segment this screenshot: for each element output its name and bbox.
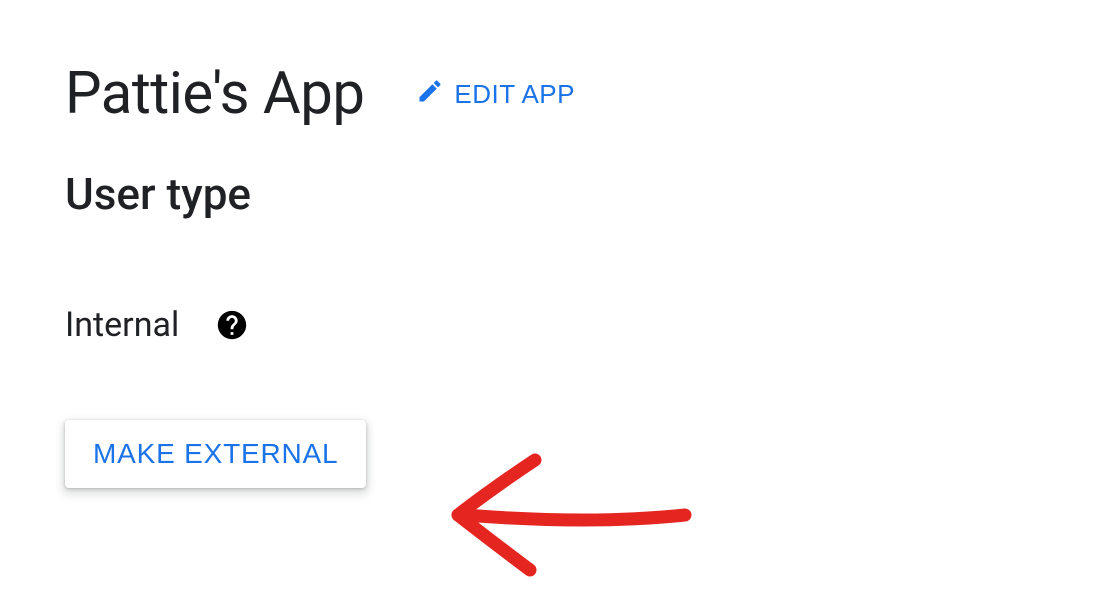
user-type-status-label: Internal [65, 305, 179, 345]
header-row: Pattie's App EDIT APP [65, 60, 1051, 128]
edit-app-label: EDIT APP [454, 79, 575, 110]
annotation-arrow [440, 440, 700, 594]
app-title: Pattie's App [65, 60, 364, 128]
pencil-icon [416, 77, 444, 112]
make-external-button[interactable]: MAKE EXTERNAL [65, 420, 366, 488]
help-icon[interactable] [215, 308, 249, 342]
user-type-status-row: Internal [65, 305, 1051, 345]
edit-app-button[interactable]: EDIT APP [412, 69, 579, 120]
user-type-heading: User type [65, 168, 1051, 220]
